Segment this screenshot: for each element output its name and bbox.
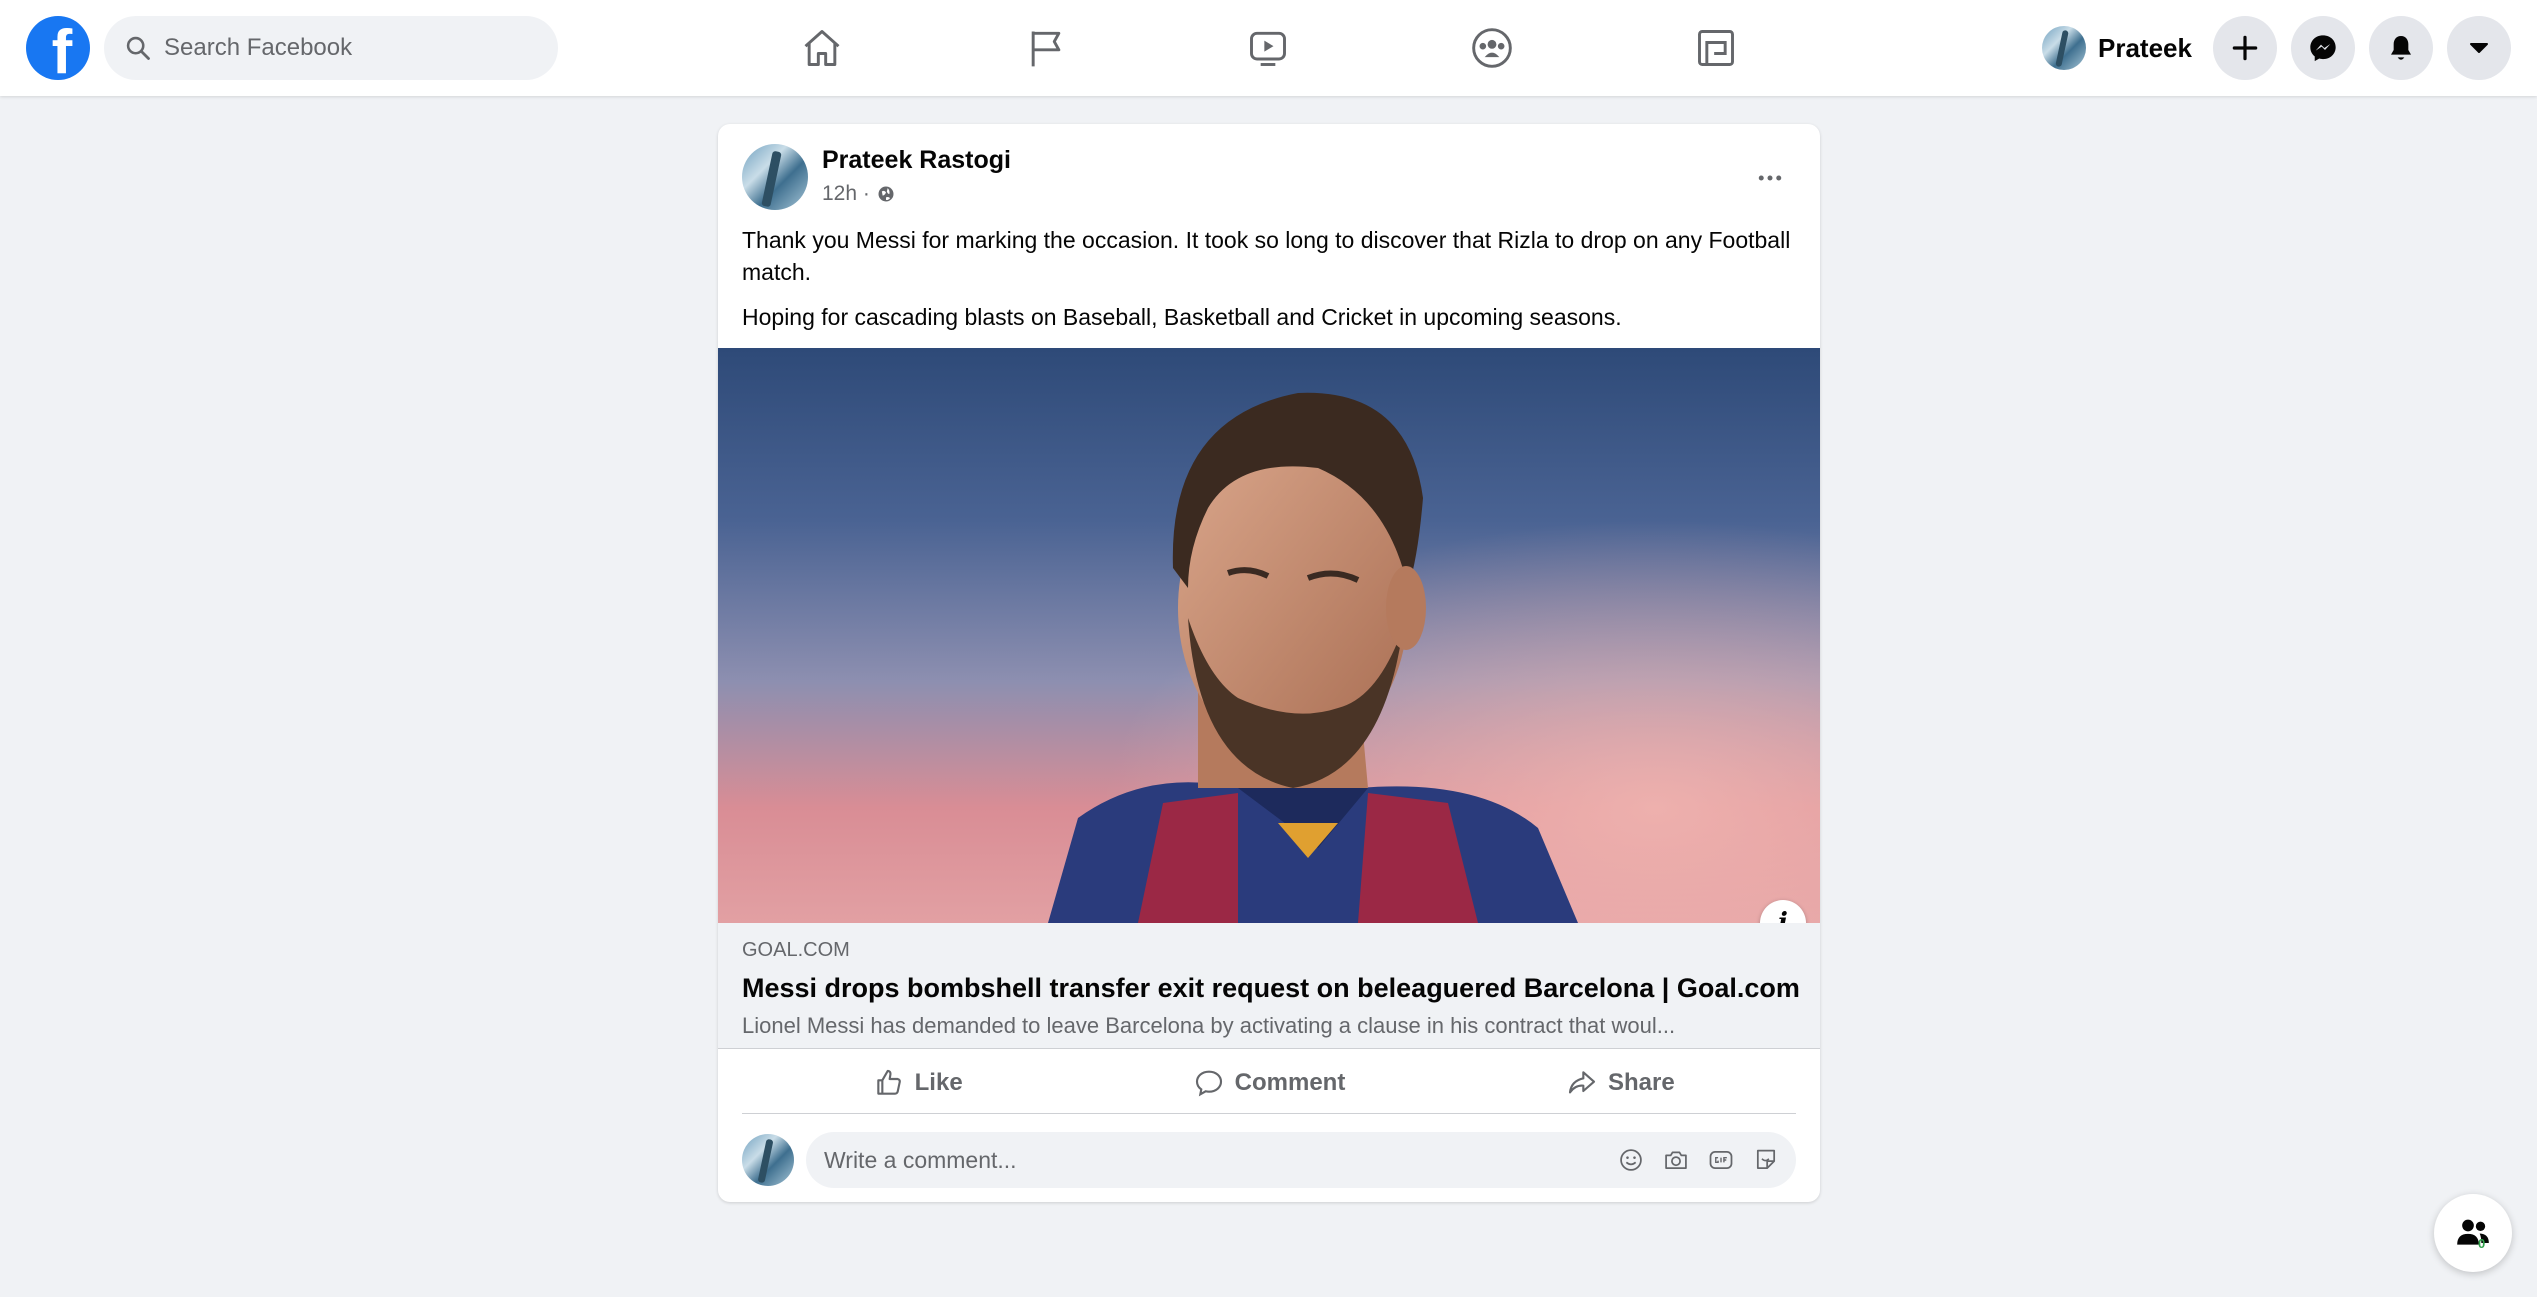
account-menu-button[interactable] [2447, 16, 2511, 80]
comment-composer [742, 1132, 1796, 1188]
comment-button[interactable]: Comment [1093, 1052, 1444, 1113]
comment-box[interactable] [806, 1132, 1796, 1188]
author-name[interactable]: Prateek Rastogi [822, 146, 1011, 175]
post-header: Prateek Rastogi 12h · [742, 144, 1796, 210]
post-actions: Like Comment Share [742, 1052, 1796, 1114]
notifications-button[interactable] [2369, 16, 2433, 80]
create-button[interactable] [2213, 16, 2277, 80]
messenger-button[interactable] [2291, 16, 2355, 80]
comment-input[interactable] [824, 1146, 1584, 1174]
messenger-icon [2310, 35, 2336, 62]
post-body: Thank you Messi for marking the occasion… [742, 224, 1796, 346]
facebook-logo[interactable]: f [26, 16, 90, 80]
camera-icon [1665, 1151, 1687, 1170]
globe-icon[interactable] [876, 184, 896, 204]
nav-watch[interactable] [1218, 10, 1318, 86]
more-options-icon [1758, 175, 1782, 181]
post-options-button[interactable] [1744, 152, 1796, 204]
player-photo [718, 348, 1820, 923]
search-icon [126, 36, 150, 60]
comment-tools [1602, 1144, 1782, 1176]
contacts-online-count: 0 [2478, 1236, 2486, 1251]
share-button[interactable]: Share [1445, 1052, 1796, 1113]
contacts-people-icon [2457, 1219, 2489, 1245]
top-navigation-bar: f Search Facebook Prateek [0, 0, 2537, 96]
post-card: Prateek Rastogi 12h · Thank you Messi fo… [718, 124, 1820, 1202]
emoji-icon [1620, 1149, 1642, 1171]
watch-video-icon [1250, 31, 1286, 66]
comment-label: Comment [1234, 1068, 1346, 1096]
share-label: Share [1607, 1068, 1675, 1096]
search-input[interactable] [164, 34, 524, 62]
share-arrow-icon [1568, 1070, 1596, 1093]
notifications-bell-icon [2391, 36, 2411, 60]
account-caret-icon [2470, 43, 2488, 53]
camera-button[interactable] [1660, 1144, 1692, 1176]
create-plus-icon [2232, 35, 2258, 61]
profile-shortcut[interactable]: Prateek [2036, 20, 2206, 76]
emoji-button[interactable] [1615, 1144, 1647, 1176]
nav-groups[interactable] [1442, 10, 1542, 86]
link-domain: GOAL.COM [742, 939, 850, 961]
post-paragraph: Hoping for cascading blasts on Baseball,… [742, 304, 1622, 330]
commenter-avatar[interactable] [742, 1134, 794, 1186]
avatar [2042, 26, 2086, 70]
profile-name: Prateek [2098, 32, 2192, 63]
search-bar[interactable] [104, 16, 558, 80]
gif-icon [1709, 1150, 1733, 1170]
link-preview-image[interactable] [718, 348, 1820, 923]
nav-pages[interactable] [996, 10, 1096, 86]
link-description: Lionel Messi has demanded to leave Barce… [742, 1013, 1676, 1038]
like-label: Like [914, 1068, 963, 1096]
comment-bubble-icon [1195, 1070, 1222, 1096]
groups-icon [1472, 28, 1512, 68]
pages-flag-icon [1031, 31, 1061, 67]
like-button[interactable]: Like [742, 1052, 1093, 1113]
sticker-icon [1756, 1149, 1776, 1170]
thumbs-up-icon [876, 1069, 901, 1095]
gif-button[interactable] [1705, 1144, 1737, 1176]
post-timestamp[interactable]: 12h · [822, 182, 870, 206]
post-meta: 12h · [822, 182, 896, 206]
gaming-icon [1698, 30, 1734, 66]
link-preview[interactable]: GOAL.COM Messi drops bombshell transfer … [718, 923, 1820, 1049]
sticker-button[interactable] [1750, 1144, 1782, 1176]
nav-home[interactable] [772, 10, 872, 86]
contacts-button[interactable]: 0 [2434, 1194, 2512, 1272]
post-paragraph: Thank you Messi for marking the occasion… [742, 227, 1791, 285]
author-avatar[interactable] [742, 144, 808, 210]
home-icon [804, 30, 840, 66]
link-title[interactable]: Messi drops bombshell transfer exit requ… [742, 973, 1800, 1004]
nav-gaming[interactable] [1666, 10, 1766, 86]
